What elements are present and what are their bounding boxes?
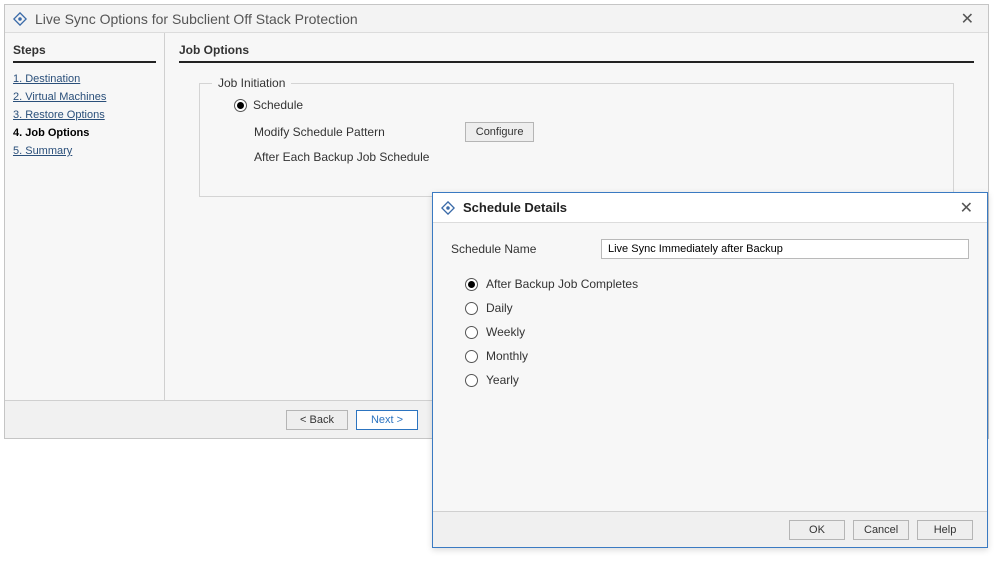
close-icon[interactable]: ✕ (955, 9, 980, 29)
ok-button[interactable]: OK (789, 520, 845, 540)
after-backup-row: After Each Backup Job Schedule (254, 150, 933, 164)
after-backup-label: After Each Backup Job Schedule (254, 150, 429, 164)
cancel-button[interactable]: Cancel (853, 520, 909, 540)
freq-yearly[interactable]: Yearly (465, 373, 969, 387)
modify-schedule-label: Modify Schedule Pattern (254, 125, 385, 139)
freq-label: Monthly (486, 349, 528, 363)
step-summary[interactable]: 5. Summary (13, 145, 156, 157)
back-button[interactable]: < Back (286, 410, 348, 430)
wizard-titlebar: Live Sync Options for Subclient Off Stac… (5, 5, 988, 33)
radio-icon (234, 99, 247, 112)
freq-label: Weekly (486, 325, 525, 339)
radio-icon (465, 350, 478, 363)
step-job-options[interactable]: 4. Job Options (13, 127, 156, 139)
freq-label: Daily (486, 301, 513, 315)
configure-button[interactable]: Configure (465, 122, 535, 142)
dialog-title: Schedule Details (463, 200, 954, 215)
schedule-name-label: Schedule Name (451, 242, 601, 256)
radio-icon (465, 374, 478, 387)
step-restore-options[interactable]: 3. Restore Options (13, 109, 156, 121)
schedule-name-row: Schedule Name (451, 239, 969, 259)
radio-icon (465, 278, 478, 291)
freq-label: Yearly (486, 373, 519, 387)
close-icon[interactable]: ✕ (954, 198, 979, 218)
freq-weekly[interactable]: Weekly (465, 325, 969, 339)
freq-label: After Backup Job Completes (486, 277, 638, 291)
next-button[interactable]: Next > (356, 410, 418, 430)
wizard-title: Live Sync Options for Subclient Off Stac… (35, 11, 955, 27)
job-initiation-fieldset: Job Initiation Schedule Modify Schedule … (199, 83, 954, 197)
step-destination[interactable]: 1. Destination (13, 73, 156, 85)
freq-monthly[interactable]: Monthly (465, 349, 969, 363)
dialog-titlebar: Schedule Details ✕ (433, 193, 987, 223)
help-button[interactable]: Help (917, 520, 973, 540)
schedule-details-dialog: Schedule Details ✕ Schedule Name After B… (432, 192, 988, 548)
radio-icon (465, 302, 478, 315)
steps-panel: Steps 1. Destination 2. Virtual Machines… (5, 33, 165, 400)
app-logo-icon (441, 201, 455, 215)
app-logo-icon (13, 12, 27, 26)
dialog-footer: OK Cancel Help (433, 511, 987, 547)
steps-header: Steps (13, 43, 156, 63)
radio-icon (465, 326, 478, 339)
freq-after-backup[interactable]: After Backup Job Completes (465, 277, 969, 291)
step-virtual-machines[interactable]: 2. Virtual Machines (13, 91, 156, 103)
schedule-name-input[interactable] (601, 239, 969, 259)
freq-daily[interactable]: Daily (465, 301, 969, 315)
modify-schedule-row: Modify Schedule Pattern Configure (254, 122, 933, 142)
schedule-radio[interactable]: Schedule (234, 98, 933, 112)
dialog-body: Schedule Name After Backup Job Completes… (433, 223, 987, 511)
schedule-radio-label: Schedule (253, 98, 303, 112)
section-header: Job Options (179, 43, 974, 63)
job-initiation-legend: Job Initiation (212, 76, 291, 90)
